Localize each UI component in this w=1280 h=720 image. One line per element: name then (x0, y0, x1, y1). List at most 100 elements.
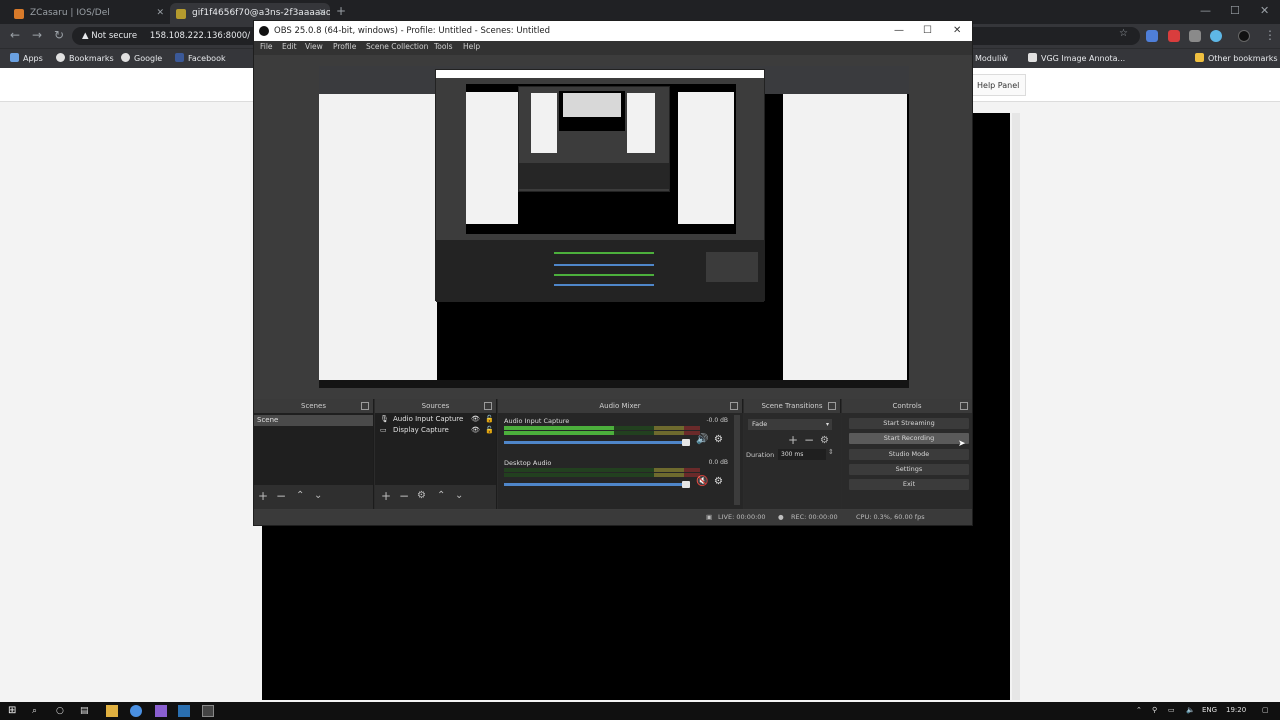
bookmark-vgg[interactable]: VGG Image Annota... (1028, 52, 1125, 66)
tab-close-icon[interactable]: ✕ (156, 3, 164, 24)
bookmark-moduli[interactable]: Moduliŵ (975, 52, 1008, 66)
new-tab-icon[interactable]: + (336, 4, 346, 18)
profile-avatar[interactable] (1238, 30, 1250, 42)
fader-knob[interactable] (682, 439, 690, 446)
move-down-icon[interactable]: ⌄ (314, 489, 322, 503)
start-recording-button[interactable]: Start Recording (848, 432, 970, 445)
lock-icon[interactable]: 🔓 (485, 425, 494, 436)
forward-icon[interactable]: → (32, 28, 42, 42)
cortana-icon[interactable]: ○ (56, 705, 68, 717)
obs-preview[interactable] (319, 66, 909, 388)
undock-icon[interactable] (730, 402, 738, 410)
transition-settings-icon[interactable]: ⚙ (820, 434, 829, 448)
volume-meter (504, 473, 700, 477)
windows-taskbar: ⊞ ⌕ ○ ▤ ⌃ ⚲ ▭ 🔈 ENG 19:20 ▢ (0, 702, 1280, 720)
page-scrollbar[interactable] (1012, 113, 1020, 700)
settings-button[interactable]: Settings (848, 463, 970, 476)
app-icon[interactable] (178, 705, 190, 717)
fader-knob[interactable] (682, 481, 690, 488)
transition-select[interactable]: Fade ▾ (748, 419, 832, 430)
file-explorer-icon[interactable] (106, 705, 118, 717)
extension-icon[interactable] (1210, 30, 1222, 42)
volume-fader[interactable] (504, 483, 690, 486)
list-item[interactable]: ▭ Display Capture 👁 🔓 (375, 425, 496, 436)
battery-icon[interactable]: ▭ (1168, 706, 1175, 714)
eye-icon[interactable]: 👁 (471, 414, 480, 425)
muted-speaker-icon[interactable]: 🔇 (696, 476, 708, 487)
duration-stepper[interactable]: ⇕ (828, 448, 834, 456)
menu-kebab-icon[interactable]: ⋮ (1264, 28, 1276, 42)
app-icon[interactable] (155, 705, 167, 717)
bookmark-other[interactable]: Other bookmarks (1195, 52, 1278, 66)
menu-view[interactable]: View (305, 42, 323, 51)
rec-status: REC: 00:00:00 (791, 513, 838, 521)
volume-fader[interactable] (504, 441, 690, 444)
extension-icon[interactable] (1168, 30, 1180, 42)
obs-maximize-icon[interactable]: ☐ (923, 21, 932, 41)
undock-icon[interactable] (484, 402, 492, 410)
move-up-icon[interactable]: ⌃ (296, 489, 304, 503)
maximize-icon[interactable]: ☐ (1230, 4, 1240, 17)
menu-file[interactable]: File (260, 42, 273, 51)
bookmark-facebook[interactable]: Facebook (175, 52, 226, 66)
bookmark-star-icon[interactable]: ☆ (1119, 28, 1128, 39)
duration-input[interactable]: 300 ms (778, 449, 826, 460)
extension-icon[interactable] (1189, 30, 1201, 42)
task-view-icon[interactable]: ▤ (80, 705, 92, 717)
controls-body: Start Streaming Start Recording Studio M… (842, 413, 972, 509)
exit-button[interactable]: Exit (848, 478, 970, 491)
menu-edit[interactable]: Edit (282, 42, 297, 51)
bookmark-google[interactable]: Google (121, 52, 162, 66)
help-panel-button[interactable]: Help Panel (970, 74, 1027, 96)
volume-icon[interactable]: 🔈 (1186, 706, 1195, 714)
undock-icon[interactable] (960, 402, 968, 410)
speaker-icon[interactable]: 🔊 (696, 434, 708, 445)
browser-tab-1[interactable]: ZCasaru | IOS/Del ✕ (8, 3, 168, 24)
obs-minimize-icon[interactable]: — (894, 21, 904, 41)
menu-help[interactable]: Help (463, 42, 480, 51)
gear-icon[interactable]: ⚙ (714, 476, 723, 487)
lock-icon[interactable]: 🔓 (485, 414, 494, 425)
notifications-icon[interactable]: ▢ (1262, 706, 1269, 714)
move-down-icon[interactable]: ⌄ (455, 489, 463, 503)
language-indicator[interactable]: ENG (1202, 706, 1217, 714)
extension-icon[interactable] (1146, 30, 1158, 42)
mixer-channel: Audio Input Capture -0.0 dB 🔊 ⚙ (502, 417, 734, 457)
move-up-icon[interactable]: ⌃ (437, 489, 445, 503)
list-item[interactable]: 🎙 Audio Input Capture 👁 🔓 (375, 414, 496, 425)
meter-level (504, 431, 614, 435)
obs-taskbar-icon[interactable] (202, 705, 214, 717)
gear-icon[interactable]: ⚙ (714, 434, 723, 445)
search-icon[interactable]: ⌕ (32, 705, 44, 717)
reload-icon[interactable]: ↻ (54, 28, 64, 42)
clock[interactable]: 19:20 (1226, 706, 1246, 714)
obs-close-icon[interactable]: ✕ (953, 21, 961, 41)
source-label: Display Capture (393, 426, 449, 434)
add-source-icon[interactable]: + (381, 489, 391, 503)
chrome-icon[interactable] (130, 705, 142, 717)
mixer-scrollbar[interactable] (734, 415, 740, 505)
add-scene-icon[interactable]: + (258, 489, 268, 503)
menu-profile[interactable]: Profile (333, 42, 356, 51)
undock-icon[interactable] (828, 402, 836, 410)
network-icon[interactable]: ⚲ (1152, 706, 1157, 714)
menu-tools[interactable]: Tools (434, 42, 452, 51)
list-item[interactable]: Scene (254, 415, 373, 426)
studio-mode-button[interactable]: Studio Mode (848, 448, 970, 461)
undock-icon[interactable] (361, 402, 369, 410)
minimize-icon[interactable]: — (1200, 4, 1211, 17)
add-transition-icon[interactable]: + (788, 433, 798, 447)
close-window-icon[interactable]: ✕ (1260, 4, 1269, 17)
back-icon[interactable]: ← (10, 28, 20, 42)
windows-start-icon[interactable]: ⊞ (8, 705, 20, 717)
bookmark-bookmarks[interactable]: Bookmarks (56, 52, 114, 66)
menu-scene-collection[interactable]: Scene Collection (366, 42, 428, 51)
remove-scene-icon[interactable]: − (276, 489, 286, 503)
remove-source-icon[interactable]: − (399, 489, 409, 503)
source-settings-icon[interactable]: ⚙ (417, 489, 426, 503)
bookmark-apps[interactable]: Apps (10, 52, 43, 66)
remove-transition-icon[interactable]: − (804, 433, 814, 447)
tray-chevron-icon[interactable]: ⌃ (1136, 706, 1142, 714)
eye-icon[interactable]: 👁 (471, 425, 480, 436)
start-streaming-button[interactable]: Start Streaming (848, 417, 970, 430)
